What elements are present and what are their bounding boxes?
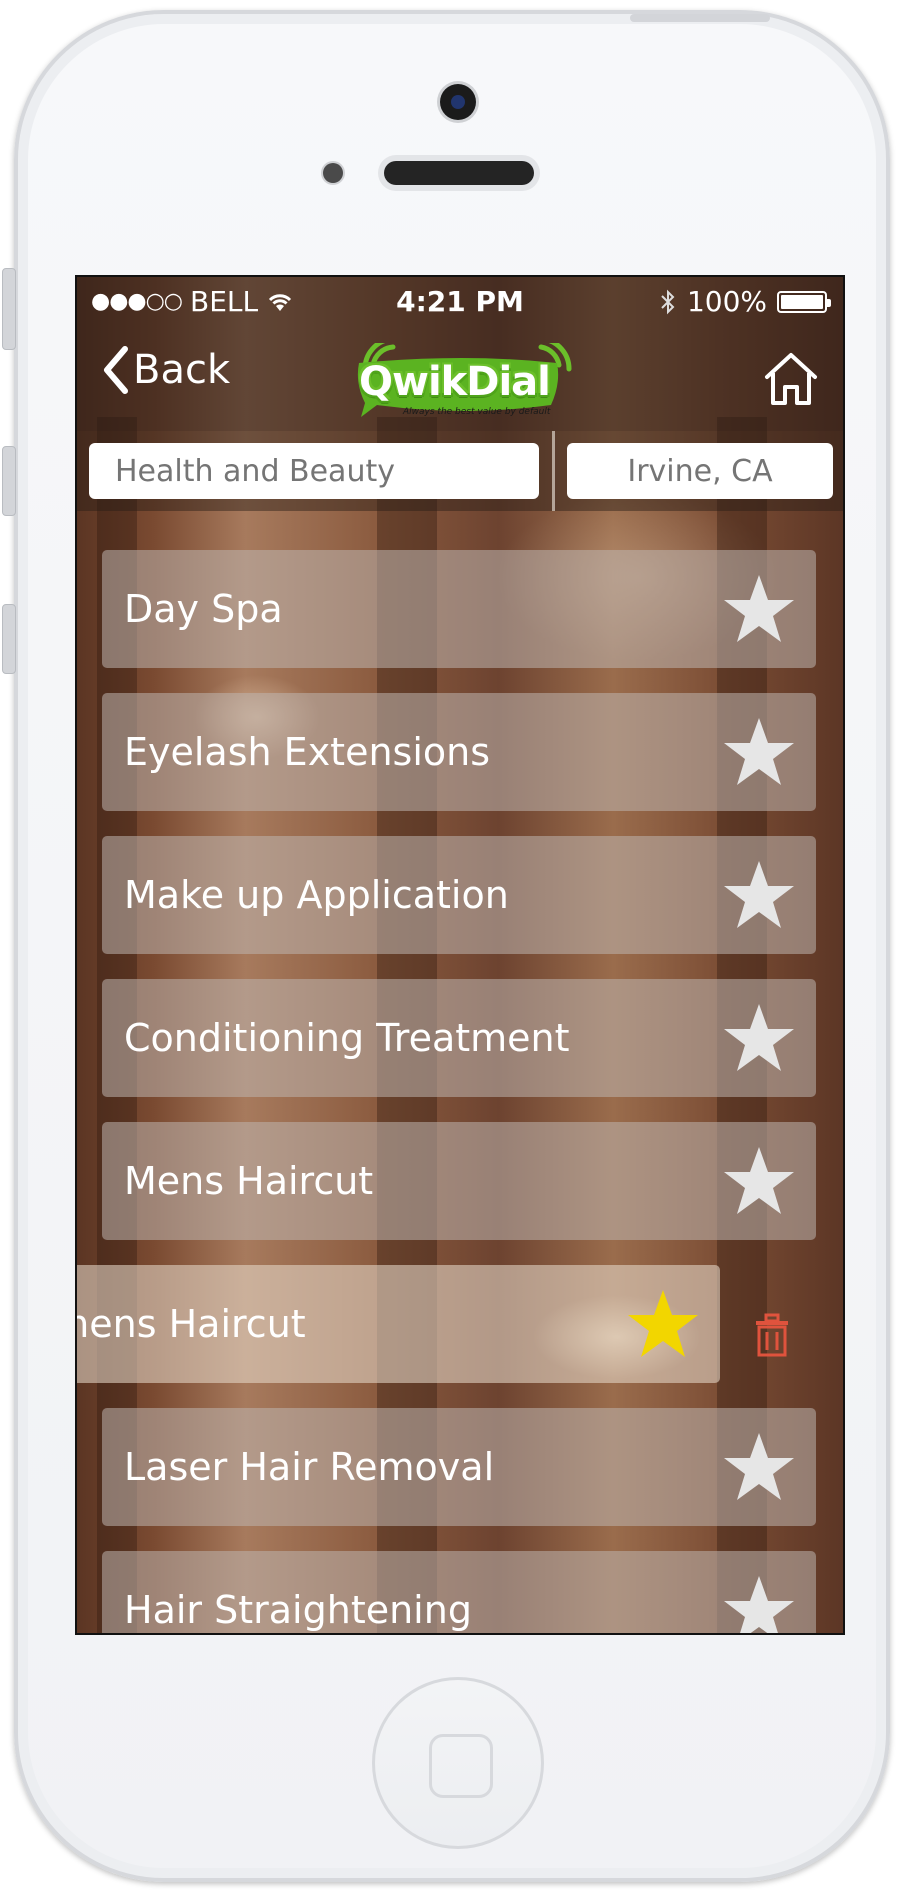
list-item-label: Day Spa [124, 587, 283, 631]
earpiece-speaker [384, 161, 534, 185]
star-icon[interactable] [722, 1001, 796, 1075]
list-item-label: Mens Haircut [124, 1159, 374, 1203]
chevron-left-icon [104, 346, 128, 394]
list-item-label: omens Haircut [77, 1302, 306, 1346]
list-item-label: Eyelash Extensions [124, 730, 491, 774]
proximity-sensor [323, 163, 343, 183]
list-item-label: Conditioning Treatment [124, 1016, 570, 1060]
location-search-input[interactable] [567, 443, 833, 499]
list-item-hair-straightening[interactable]: Hair Straightening [102, 1551, 816, 1635]
list-item-make-up-application[interactable]: Make up Application [102, 836, 816, 954]
battery-icon [777, 290, 831, 313]
volume-up-button [2, 446, 16, 516]
home-icon[interactable] [761, 349, 821, 409]
star-icon[interactable] [722, 1430, 796, 1504]
battery-percentage: 100% [686, 285, 767, 318]
logo-text: QwikDial [359, 359, 551, 405]
bluetooth-icon [661, 289, 675, 314]
list-item-eyelash-extensions[interactable]: Eyelash Extensions [102, 693, 816, 811]
category-search-input[interactable] [89, 443, 539, 499]
navigation-bar: Back QwikDial Always the best value by d… [77, 327, 843, 431]
trash-icon[interactable] [752, 1313, 792, 1357]
star-icon[interactable] [722, 572, 796, 646]
volume-down-button [2, 604, 16, 674]
star-icon[interactable] [722, 715, 796, 789]
home-button [372, 1677, 544, 1849]
logo-tagline: Always the best value by default [403, 407, 551, 417]
list-item-mens-haircut[interactable]: Mens Haircut [102, 1122, 816, 1240]
back-button[interactable]: Back [99, 345, 230, 395]
status-bar: ●●●○○ BELL 4:21 PM 100% [77, 277, 843, 327]
qwikdial-logo[interactable]: QwikDial Always the best value by defaul… [345, 343, 575, 423]
search-divider [552, 431, 555, 511]
power-button [630, 14, 770, 22]
list-item-laser-hair-removal[interactable]: Laser Hair Removal [102, 1408, 816, 1526]
star-icon[interactable] [722, 1573, 796, 1635]
star-favorite-icon[interactable] [626, 1287, 700, 1361]
list-item-label: Make up Application [124, 873, 509, 917]
status-right: 100% [659, 285, 831, 318]
mute-switch [2, 268, 16, 350]
back-button-label: Back [133, 347, 231, 393]
list-item-womens-haircut[interactable]: omens Haircut [77, 1265, 720, 1383]
list-item-day-spa[interactable]: Day Spa [102, 550, 816, 668]
list-item-label: Hair Straightening [124, 1588, 472, 1632]
app-screen: ●●●○○ BELL 4:21 PM 100% Back QwikDial Al… [75, 275, 845, 1635]
star-icon[interactable] [722, 1144, 796, 1218]
search-bar [77, 431, 843, 511]
list-item-conditioning-treatment[interactable]: Conditioning Treatment [102, 979, 816, 1097]
front-camera [440, 84, 476, 120]
home-button-square-icon [429, 1734, 493, 1798]
list-item-label: Laser Hair Removal [124, 1445, 495, 1489]
star-icon[interactable] [722, 858, 796, 932]
